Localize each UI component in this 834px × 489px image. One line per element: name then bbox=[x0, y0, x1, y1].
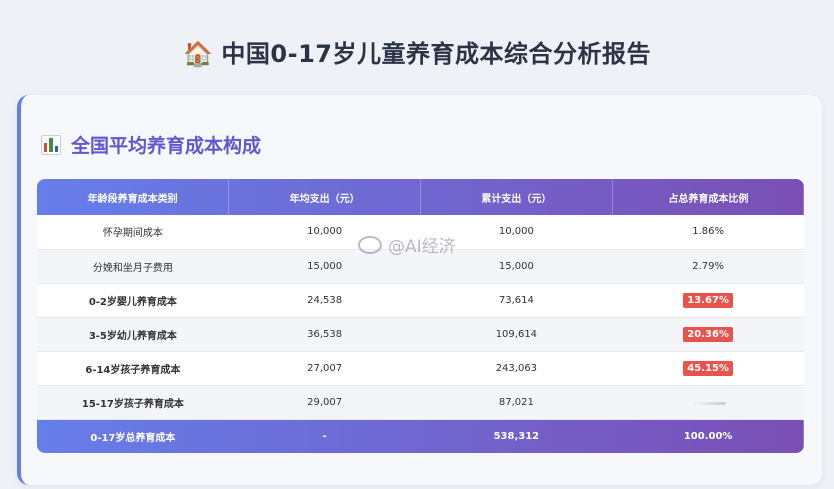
page-title: 🏠 中国0-17岁儿童养育成本综合分析报告 bbox=[0, 34, 834, 69]
page-title-text: 中国0-17岁儿童养育成本综合分析报告 bbox=[221, 40, 651, 68]
row-annual: 29,007 bbox=[307, 396, 343, 408]
row-percentage: 13.67% bbox=[612, 283, 804, 317]
percentage-badge: 13.67% bbox=[683, 292, 733, 308]
row-category: 15-17岁孩子养育成本 bbox=[81, 398, 184, 410]
row-category: 6-14岁孩子养育成本 bbox=[85, 364, 181, 376]
row-percentage: 20.36% bbox=[612, 317, 804, 351]
row-category: 3-5岁幼儿养育成本 bbox=[88, 330, 177, 342]
header-percentage: 占总养育成本比例 bbox=[668, 193, 749, 205]
row-percentage: 45.15% bbox=[612, 351, 804, 385]
table-row: 6-14岁孩子养育成本 27,007 243,063 45.15% bbox=[37, 351, 804, 385]
table-header-row: 年龄段养育成本类别 年均支出（元） 累计支出（元） 占总养育成本比例 bbox=[37, 179, 804, 215]
row-annual: 36,538 bbox=[307, 328, 343, 340]
row-percentage bbox=[612, 385, 804, 419]
house-icon: 🏠 bbox=[183, 40, 214, 68]
row-percentage: 1.86% bbox=[692, 226, 725, 238]
table-total-row: 0-17岁总养育成本 - 538,312 100.00% bbox=[37, 419, 804, 453]
total-cumulative: 538,312 bbox=[493, 430, 540, 442]
percentage-badge: 20.36% bbox=[683, 326, 733, 342]
row-cumulative: 10,000 bbox=[498, 226, 534, 238]
row-percentage: 2.79% bbox=[692, 260, 725, 272]
row-cumulative: 73,614 bbox=[498, 294, 534, 306]
header-cumulative: 累计支出（元） bbox=[420, 179, 613, 215]
row-cumulative: 87,021 bbox=[498, 396, 534, 408]
table-row: 3-5岁幼儿养育成本 36,538 109,614 20.36% bbox=[37, 317, 804, 351]
cost-table: 年龄段养育成本类别 年均支出（元） 累计支出（元） 占总养育成本比例 怀孕期间成… bbox=[37, 179, 804, 453]
row-cumulative: 109,614 bbox=[495, 328, 538, 340]
row-category: 分娩和坐月子费用 bbox=[92, 262, 173, 274]
row-category: 0-2岁婴儿养育成本 bbox=[88, 296, 177, 308]
table-row: 分娩和坐月子费用 15,000 15,000 2.79% bbox=[37, 249, 804, 283]
table-row: 0-2岁婴儿养育成本 24,538 73,614 13.67% bbox=[37, 283, 804, 317]
row-cumulative: 15,000 bbox=[498, 260, 534, 272]
row-annual: 27,007 bbox=[307, 362, 343, 374]
header-category: 年龄段养育成本类别 bbox=[37, 179, 230, 215]
percentage-badge: 45.15% bbox=[683, 360, 733, 376]
total-category: 0-17岁总养育成本 bbox=[90, 432, 176, 444]
section-title: 全国平均养育成本构成 bbox=[41, 131, 261, 158]
table-row: 怀孕期间成本 10,000 10,000 1.86% bbox=[37, 215, 804, 249]
bar-chart-icon bbox=[41, 134, 61, 155]
row-category: 怀孕期间成本 bbox=[102, 228, 163, 240]
header-annual: 年均支出（元） bbox=[228, 179, 421, 215]
total-annual: - bbox=[322, 430, 327, 442]
row-cumulative: 243,063 bbox=[495, 362, 538, 374]
cost-composition-card: 全国平均养育成本构成 年龄段养育成本类别 年均支出（元） 累计支出（元） 占总养… bbox=[17, 95, 822, 485]
row-annual: 15,000 bbox=[307, 260, 343, 272]
row-annual: 24,538 bbox=[307, 294, 343, 306]
section-title-text: 全国平均养育成本构成 bbox=[71, 135, 262, 157]
empty-percentage-bar bbox=[690, 401, 727, 405]
total-percentage: 100.00% bbox=[683, 430, 733, 442]
table-row: 15-17岁孩子养育成本 29,007 87,021 bbox=[37, 385, 804, 419]
row-annual: 10,000 bbox=[307, 226, 343, 238]
